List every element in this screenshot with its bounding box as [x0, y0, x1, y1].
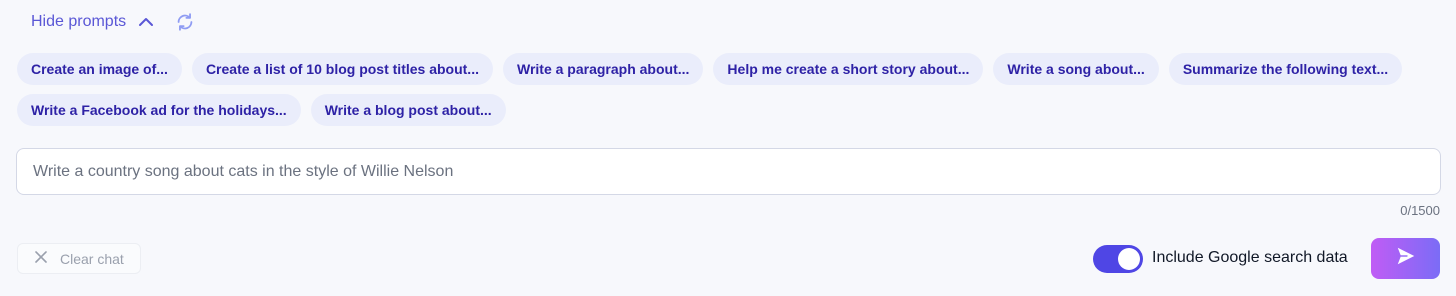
prompts-header: Hide prompts — [31, 8, 196, 36]
close-icon — [34, 250, 48, 267]
prompt-chip-blog-post[interactable]: Write a blog post about... — [310, 94, 506, 126]
google-search-toggle-label: Include Google search data — [1152, 249, 1348, 266]
prompt-suggestions: Create an image of... Create a list of 1… — [17, 53, 1437, 126]
chevron-up-icon[interactable] — [136, 12, 156, 32]
send-button[interactable] — [1371, 238, 1440, 279]
prompt-chip-facebook-ad[interactable]: Write a Facebook ad for the holidays... — [17, 94, 301, 126]
prompt-chip-paragraph[interactable]: Write a paragraph about... — [502, 53, 704, 85]
google-search-toggle[interactable] — [1093, 245, 1143, 273]
prompt-chip-summarize[interactable]: Summarize the following text... — [1168, 53, 1403, 85]
clear-chat-label: Clear chat — [60, 250, 124, 267]
clear-chat-button[interactable]: Clear chat — [17, 243, 141, 274]
toggle-knob — [1118, 248, 1140, 270]
prompt-chip-song[interactable]: Write a song about... — [993, 53, 1159, 85]
send-icon — [1395, 245, 1417, 272]
prompt-chip-image[interactable]: Create an image of... — [17, 53, 182, 85]
prompt-chip-blog-titles[interactable]: Create a list of 10 blog post titles abo… — [191, 53, 493, 85]
prompt-panel: Hide prompts Create an image of... Creat… — [0, 0, 1456, 296]
refresh-icon[interactable] — [174, 11, 196, 33]
prompt-input-container — [16, 148, 1441, 195]
prompt-chip-short-story[interactable]: Help me create a short story about... — [713, 53, 984, 85]
character-counter: 0/1500 — [1400, 203, 1440, 218]
prompt-input[interactable] — [31, 161, 1426, 182]
hide-prompts-link[interactable]: Hide prompts — [31, 13, 126, 31]
